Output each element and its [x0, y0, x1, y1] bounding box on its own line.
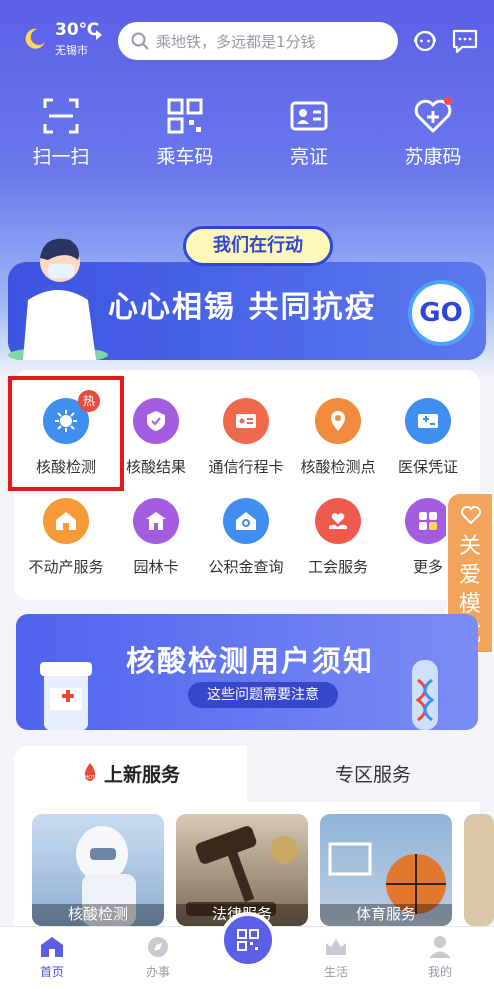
nav-life[interactable]: 生活 [296, 935, 376, 980]
nav-home[interactable]: 首页 [12, 935, 92, 980]
highlight-box [8, 376, 124, 491]
svg-text:HOT: HOT [85, 775, 96, 781]
shield-icon [133, 398, 179, 444]
temperature: 30℃ [55, 20, 100, 40]
quick-health[interactable]: 苏康码 [378, 96, 488, 176]
go-button[interactable]: GO [408, 280, 474, 346]
qr-code-icon [237, 929, 259, 951]
grid-icon [405, 498, 451, 544]
test-tube-icon [412, 660, 438, 730]
nav-label: 办事 [145, 965, 170, 979]
medical-card-icon [405, 398, 451, 444]
scan-icon [43, 98, 79, 134]
heart-hand-icon [315, 498, 361, 544]
medicine-bottle-icon [40, 662, 92, 730]
notice-title: 核酸检测用户须知 [126, 644, 375, 678]
home-icon [41, 937, 63, 957]
service-label: 核酸检测点 [300, 458, 376, 476]
tab-label: 上新服务 [104, 764, 181, 786]
service-nucleic-result[interactable]: 核酸结果 [108, 398, 204, 488]
quick-id[interactable]: 亮证 [254, 96, 364, 176]
tab-special-services[interactable]: 专区服务 [247, 746, 480, 802]
thumb-caption: 核酸检测 [32, 904, 164, 926]
service-real-estate[interactable]: 不动产服务 [18, 498, 114, 588]
id-card-icon [290, 101, 328, 131]
notice-banner[interactable]: 核酸检测用户须知 这些问题需要注意 [16, 614, 478, 730]
service-label: 核酸结果 [125, 458, 186, 476]
nav-tasks[interactable]: 办事 [118, 935, 198, 980]
service-label: 通信行程卡 [208, 458, 284, 476]
moon-cloud-icon [25, 28, 45, 49]
nav-label: 我的 [427, 965, 452, 979]
quick-scan-label: 扫一扫 [32, 146, 90, 168]
search-icon [131, 32, 149, 50]
hot-flame-icon: HOT [85, 763, 96, 781]
service-medical-insurance[interactable]: 医保凭证 [380, 398, 476, 488]
service-trip-card[interactable]: 通信行程卡 [198, 398, 294, 488]
tab-new-services[interactable]: HOT 上新服务 [14, 746, 247, 802]
thumb-caption: 体育服务 [320, 904, 452, 926]
thumb-legal[interactable]: 法律服务 [176, 814, 308, 926]
service-fund-query[interactable]: 公积金查询 [198, 498, 294, 588]
service-label: 公积金查询 [208, 558, 284, 576]
quick-qr[interactable]: 乘车码 [130, 96, 240, 176]
quick-scan[interactable]: 扫一扫 [6, 96, 116, 176]
campaign-banner[interactable]: 我们在行动 心心相锡 共同抗疫 GO [8, 210, 486, 360]
customer-service-icon[interactable] [410, 26, 440, 56]
notice-pill: 这些问题需要注意 [188, 682, 338, 708]
quick-qr-label: 乘车码 [156, 146, 214, 168]
service-test-site[interactable]: 核酸检测点 [290, 398, 386, 488]
thumb-sports[interactable]: 体育服务 [320, 814, 452, 926]
tab-label: 专区服务 [335, 764, 412, 786]
quick-health-label: 苏康码 [404, 146, 462, 168]
service-label: 不动产服务 [28, 558, 104, 576]
banner-pill: 我们在行动 [183, 226, 333, 266]
compass-icon [148, 937, 168, 957]
nav-mine[interactable]: 我的 [400, 935, 480, 980]
message-icon[interactable] [452, 28, 478, 54]
pavilion-icon [133, 498, 179, 544]
city-selector[interactable]: 无锡市 [55, 42, 88, 58]
health-heart-icon [414, 97, 452, 133]
search-placeholder: 乘地铁，多远都是1分钱 [156, 33, 316, 51]
crown-icon [326, 939, 346, 955]
quick-id-label: 亮证 [289, 146, 328, 168]
service-label: 工会服务 [307, 558, 368, 576]
city-arrow-icon[interactable] [96, 30, 102, 40]
nav-label: 生活 [323, 965, 348, 979]
center-qr-button[interactable] [220, 912, 276, 968]
doctor-illustration [8, 238, 108, 360]
user-icon [429, 936, 451, 958]
thumb-partial[interactable] [464, 814, 494, 926]
search-bar[interactable]: 乘地铁，多远都是1分钱 [118, 22, 398, 60]
nav-label: 首页 [39, 965, 64, 979]
house-icon [43, 498, 89, 544]
house-search-icon [223, 498, 269, 544]
service-label: 医保凭证 [397, 458, 458, 476]
card-icon [223, 398, 269, 444]
qr-code-icon [167, 98, 203, 134]
top-bar: 30℃ 无锡市 乘地铁，多远都是1分钱 [0, 18, 494, 62]
service-label: 园林卡 [133, 558, 179, 576]
thumb-nucleic[interactable]: 核酸检测 [32, 814, 164, 926]
service-garden-card[interactable]: 园林卡 [108, 498, 204, 588]
service-union[interactable]: 工会服务 [290, 498, 386, 588]
location-doctor-icon [315, 398, 361, 444]
heart-icon [461, 506, 481, 525]
banner-title: 心心相锡 共同抗疫 [108, 290, 377, 325]
